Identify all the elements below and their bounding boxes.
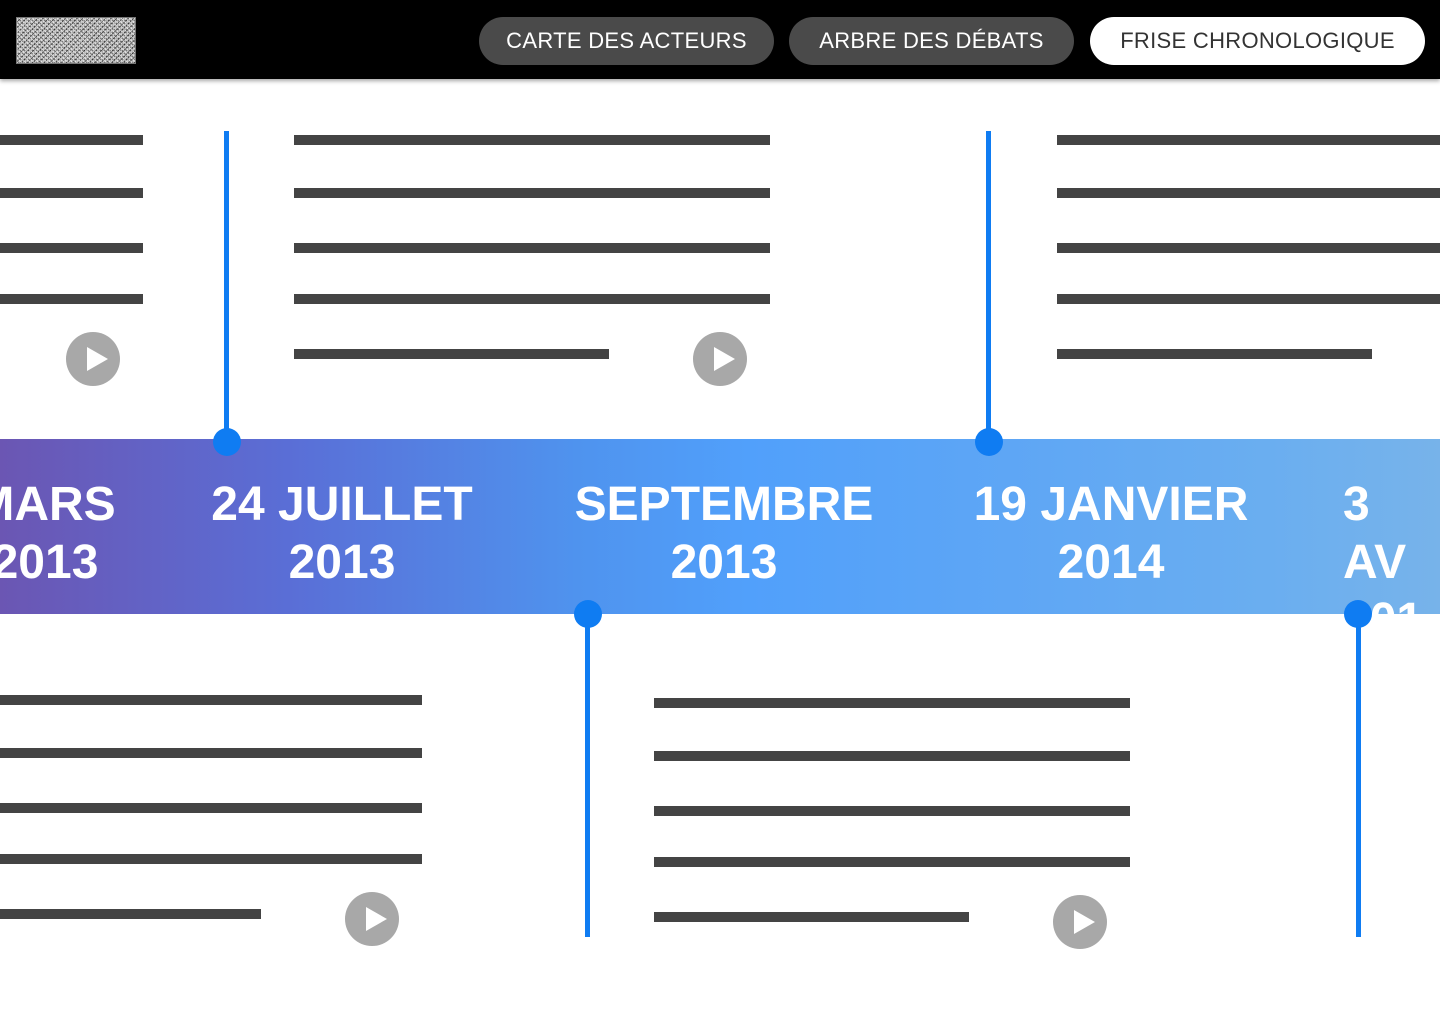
play-icon[interactable] <box>693 332 747 386</box>
timeline-connector <box>1356 614 1361 937</box>
text-line <box>0 188 143 198</box>
timeline-connector <box>986 131 991 441</box>
timeline-marker[interactable] <box>213 428 241 456</box>
date-label-19-janvier-2014[interactable]: 19 JANVIER 2014 <box>974 476 1249 592</box>
text-line <box>654 698 1130 708</box>
play-icon[interactable] <box>1053 895 1107 949</box>
text-line <box>294 135 770 145</box>
text-line <box>0 294 143 304</box>
text-line <box>1057 188 1440 198</box>
play-icon[interactable] <box>345 892 399 946</box>
text-line <box>1057 135 1440 145</box>
text-line <box>0 854 422 864</box>
text-line <box>0 909 261 919</box>
text-line <box>654 806 1130 816</box>
text-line <box>294 294 770 304</box>
text-line <box>654 912 969 922</box>
nav-carte-des-acteurs-button[interactable]: CARTE DES ACTEURS <box>479 17 774 65</box>
top-navigation-bar: CARTE DES ACTEURS ARBRE DES DÉBATS FRISE… <box>0 0 1440 79</box>
text-line <box>0 135 143 145</box>
nav-arbre-des-debats-button[interactable]: ARBRE DES DÉBATS <box>789 17 1074 65</box>
date-label-mars-2013[interactable]: MARS 2013 <box>0 476 116 592</box>
nav-frise-chronologique-button[interactable]: FRISE CHRONOLOGIQUE <box>1090 17 1425 65</box>
text-line <box>294 188 770 198</box>
text-line <box>0 748 422 758</box>
text-line <box>0 803 422 813</box>
text-line <box>294 349 609 359</box>
date-label-septembre-2013[interactable]: SEPTEMBRE 2013 <box>575 476 874 592</box>
text-line <box>0 695 422 705</box>
date-label-24-juillet-2013[interactable]: 24 JUILLET 2013 <box>211 476 472 592</box>
text-line <box>294 243 770 253</box>
timeline-connector <box>224 131 229 441</box>
text-line <box>654 857 1130 867</box>
text-line <box>1057 243 1440 253</box>
text-line <box>654 751 1130 761</box>
timeline-connector <box>585 614 590 937</box>
text-line <box>0 243 143 253</box>
logo[interactable] <box>16 17 136 64</box>
text-line <box>1057 294 1440 304</box>
play-icon[interactable] <box>66 332 120 386</box>
timeline-marker[interactable] <box>975 428 1003 456</box>
text-line <box>1057 349 1372 359</box>
